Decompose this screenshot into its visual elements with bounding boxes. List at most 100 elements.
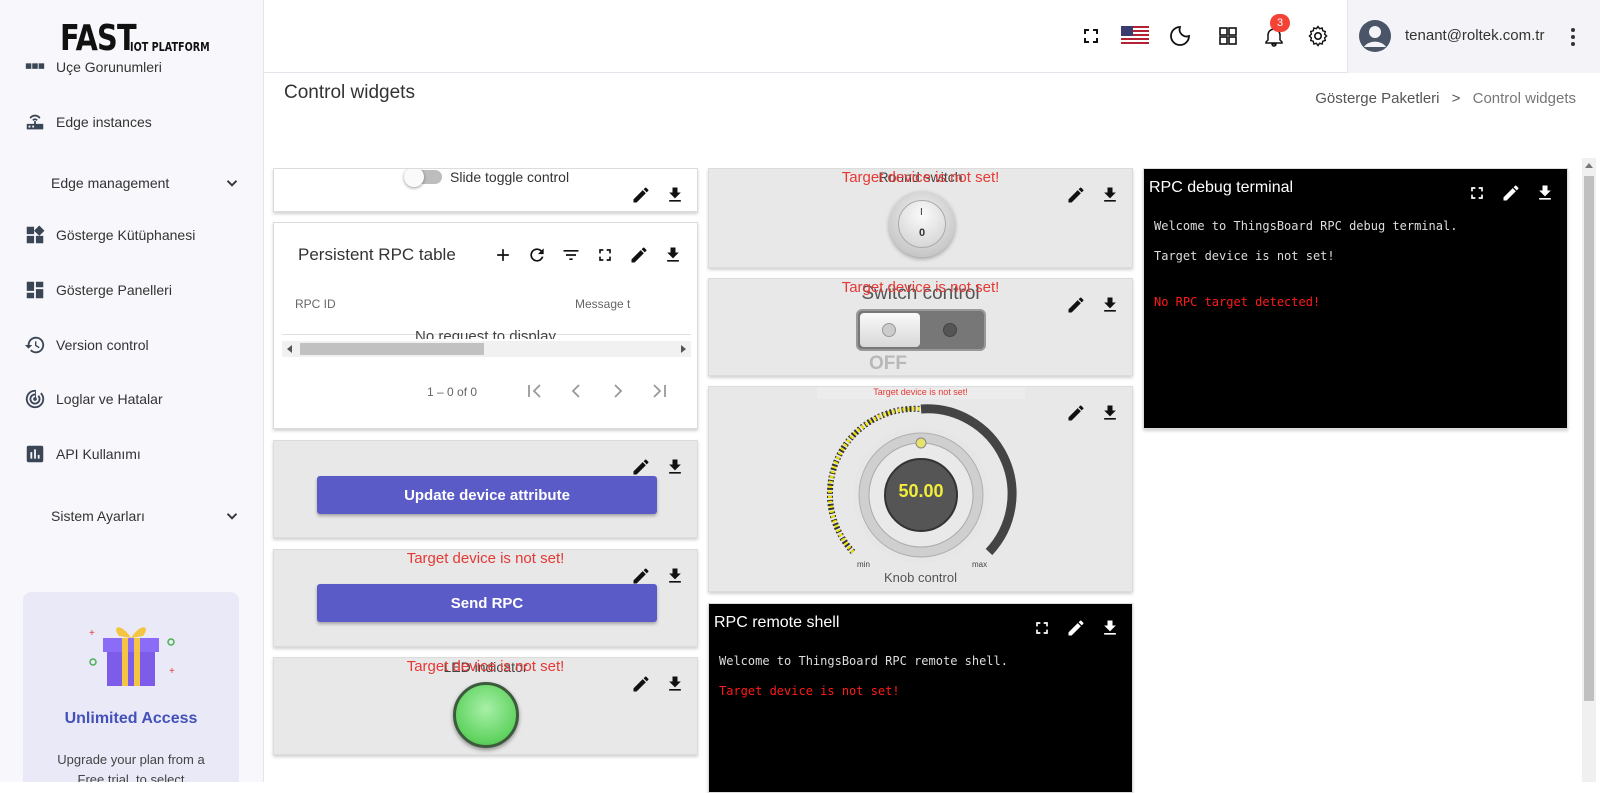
sidebar-item-label: Sistem Ayarları [51,508,145,524]
sidebar-item-widget-library[interactable]: Gösterge Kütüphanesi [24,220,195,250]
fullscreen-icon[interactable] [1032,618,1052,638]
app-logo[interactable]: FAST IOT PLATFORM [60,18,210,59]
settings-gear-icon[interactable] [1306,24,1330,48]
sidebar-item-version-control[interactable]: Version control [24,330,149,360]
switch-control-toggle[interactable] [856,309,986,351]
edit-icon[interactable] [1066,403,1086,423]
column-header-rpc-id[interactable]: RPC ID [295,297,336,311]
widget-actions [1066,295,1120,315]
insert-chart-icon [26,445,44,463]
send-rpc-button[interactable]: Send RPC [317,584,657,622]
scrollbar-thumb[interactable] [1584,176,1594,701]
dark-mode-icon[interactable] [1168,24,1192,48]
sidebar-item-edge-instances[interactable]: Edge instances [24,107,152,137]
us-flag-icon[interactable] [1121,24,1149,48]
edit-icon[interactable] [631,185,651,205]
widget-actions [1066,403,1120,423]
download-icon[interactable] [1100,403,1120,423]
widget-actions [631,674,685,694]
persistent-rpc-table-widget: Persistent RPC table RPC ID Message t No… [273,222,698,429]
router-icon [26,114,44,130]
round-switch-face: I 0 [898,200,946,248]
user-menu[interactable]: tenant@roltek.com.tr [1347,0,1600,73]
terminal-error-line: No RPC target detected! [1154,295,1321,309]
download-icon[interactable] [1100,295,1120,315]
edit-icon[interactable] [1066,185,1086,205]
sidebar-item-label: Edge management [51,175,170,191]
download-icon[interactable] [665,457,685,477]
edit-icon[interactable] [1501,183,1521,203]
promo-title: Unlimited Access [64,710,198,727]
next-page-icon[interactable] [606,379,630,403]
scroll-up-icon[interactable] [1585,162,1593,170]
round-switch-knob[interactable]: I 0 [889,191,955,257]
previous-page-icon[interactable] [564,379,588,403]
sidebar-item-logs[interactable]: Loglar ve Hatalar [24,384,163,414]
download-icon[interactable] [663,245,683,265]
first-page-icon[interactable] [522,379,546,403]
led-light [453,682,519,748]
widget-title: RPC remote shell [714,614,840,631]
sidebar-item-partial[interactable]: Uçe Gorunumleri [24,56,162,78]
fullscreen-icon[interactable] [1467,183,1487,203]
top-bar: 3 tenant@roltek.com.tr [264,0,1600,73]
toggle-thumb[interactable] [404,169,424,187]
rpc-debug-terminal-widget: RPC debug terminal Welcome to ThingsBoar… [1143,168,1568,429]
column-header-message-type[interactable]: Message t [575,297,630,311]
page-scrollbar[interactable] [1582,158,1596,782]
edit-icon[interactable] [1066,618,1086,638]
promo-text: Upgrade your plan from a Free trial, to … [57,752,205,782]
widget-title: Persistent RPC table [298,245,456,264]
edit-icon[interactable] [631,457,651,477]
fullscreen-icon[interactable] [1079,24,1103,48]
terminal-line: Welcome to ThingsBoard RPC debug termina… [1154,219,1458,233]
toggle-label: Slide toggle control [450,169,570,185]
edit-icon[interactable] [1066,295,1086,315]
horizontal-scrollbar[interactable] [282,341,691,357]
sidebar-item-label: Edge instances [56,114,152,130]
scroll-right-icon[interactable] [679,345,687,353]
download-icon[interactable] [1100,185,1120,205]
target-error-message: Target device is not set! [406,550,565,567]
edit-icon[interactable] [631,566,651,586]
more-vert-icon[interactable] [1567,26,1579,48]
user-email: tenant@roltek.com.tr [1405,27,1545,44]
sidebar-group-system-settings[interactable]: Sistem Ayarları [51,501,241,531]
add-icon[interactable] [493,245,513,265]
track-changes-icon [25,389,45,409]
breadcrumb-link[interactable]: Gösterge Paketleri [1315,90,1439,107]
edit-icon[interactable] [631,674,651,694]
apps-grid-icon[interactable] [1216,24,1240,48]
breadcrumb: Gösterge Paketleri > Control widgets [1315,90,1576,107]
upgrade-promo-card: + + Unlimited Access Upgrade your plan f… [23,592,239,782]
scrollbar-thumb[interactable] [300,343,484,355]
update-device-attribute-button[interactable]: Update device attribute [317,476,657,514]
chevron-down-icon [226,513,238,520]
fullscreen-icon[interactable] [595,245,615,265]
toggle-track[interactable] [404,169,442,187]
scroll-left-icon[interactable] [286,345,294,353]
target-error-message: Target device is not set! [873,387,968,397]
last-page-icon[interactable] [648,379,672,403]
update-attribute-widget: Update device attribute [273,440,698,538]
round-switch-widget: Round switch Target device is not set! I… [708,168,1133,268]
download-icon[interactable] [665,566,685,586]
knob-min-label: min [857,560,870,569]
slide-toggle[interactable]: Slide toggle control [404,169,570,187]
page-title: Control widgets [284,82,415,103]
edit-icon[interactable] [629,245,649,265]
download-icon[interactable] [1100,618,1120,638]
sidebar-item-dashboards[interactable]: Gösterge Panelleri [24,275,172,305]
filter-list-icon[interactable] [561,245,581,265]
sidebar-item-api-usage[interactable]: API Kullanımı [24,439,141,469]
switch-control-indicator [882,323,896,337]
download-icon[interactable] [665,674,685,694]
switch-control-indicator-on [943,323,957,337]
widget-actions [1467,183,1555,203]
download-icon[interactable] [665,185,685,205]
refresh-icon[interactable] [527,245,547,265]
knob-label: Knob control [884,570,957,585]
grid-icon [25,63,45,69]
download-icon[interactable] [1535,183,1555,203]
sidebar-group-edge-management[interactable]: Edge management [51,168,241,198]
